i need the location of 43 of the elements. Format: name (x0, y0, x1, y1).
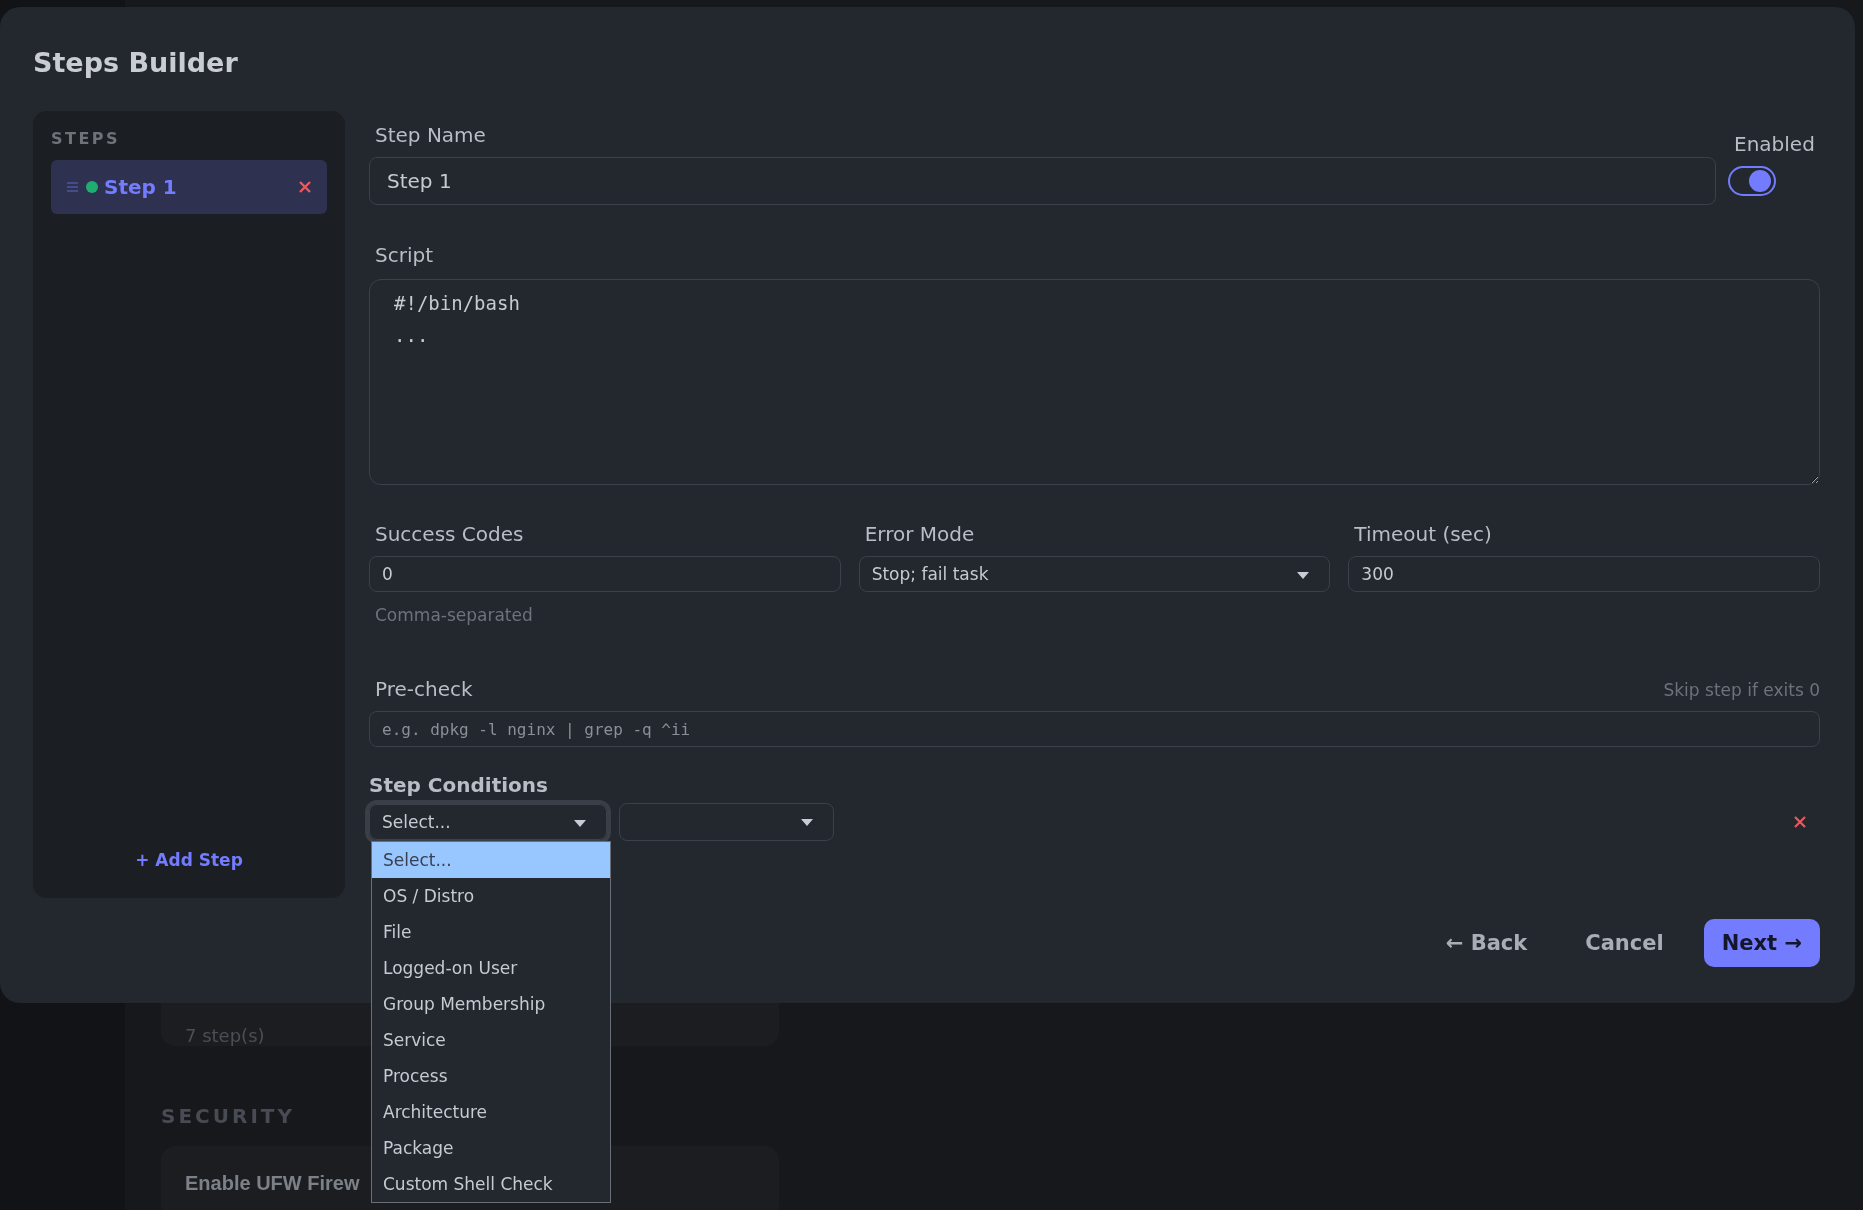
cancel-button[interactable]: Cancel (1567, 921, 1682, 965)
field-label: Timeout (sec) (1354, 522, 1493, 546)
timeout-input[interactable]: 300 (1348, 556, 1820, 592)
steps-heading: STEPS (51, 129, 122, 148)
dropdown-option[interactable]: Process (372, 1058, 610, 1094)
script-editor[interactable]: #!/bin/bash ... (369, 279, 1820, 485)
caret-icon (1297, 572, 1310, 579)
modal-title: Steps Builder (33, 47, 239, 78)
field-label: Script (375, 243, 434, 267)
step-name: Step 1 (104, 175, 178, 199)
field-label: Success Codes (375, 522, 525, 546)
dropdown-option[interactable]: OS / Distro (372, 878, 610, 914)
dropdown-option[interactable]: File (372, 914, 610, 950)
step-name-input[interactable]: Step 1 (369, 157, 1716, 205)
step-item[interactable]: Step 1 (51, 160, 327, 214)
back-button[interactable]: ← Back (1427, 921, 1546, 965)
dropdown-option[interactable]: Service (372, 1022, 610, 1058)
remove-icon[interactable] (1794, 816, 1806, 828)
dropdown-option[interactable]: Group Membership (372, 986, 610, 1022)
caret-icon (801, 819, 813, 826)
section-heading: SECURITY (161, 1104, 295, 1128)
dropdown-option[interactable]: Custom Shell Check (372, 1166, 610, 1202)
field-hint: Comma-separated (375, 605, 534, 625)
field-label: Enabled (1734, 132, 1815, 156)
error-mode-select[interactable]: Stop; fail task (858, 556, 1331, 592)
section-label: Step Conditions (369, 773, 549, 797)
success-codes-input[interactable]: 0 (369, 556, 841, 592)
field-label: Step Name (375, 123, 487, 147)
caret-icon (574, 820, 586, 827)
enabled-toggle[interactable] (1728, 166, 1776, 196)
card-title: Enable UFW Firew (185, 1172, 360, 1194)
drag-handle-icon[interactable] (67, 182, 78, 192)
next-button[interactable]: Next → (1703, 919, 1820, 967)
dropdown-option[interactable]: Select... (372, 842, 610, 878)
dropdown-option[interactable]: Architecture (372, 1094, 610, 1130)
field-hint: Skip step if exits 0 (1663, 680, 1820, 700)
field-label: Pre-check (375, 677, 473, 701)
dropdown-option[interactable]: Package (372, 1130, 610, 1166)
pre-check-input[interactable]: e.g. dpkg -l nginx | grep -q ^ii (369, 711, 1820, 747)
field-label: Error Mode (864, 522, 976, 546)
add-step-button[interactable]: + Add Step (131, 848, 247, 872)
delete-icon[interactable] (299, 181, 311, 193)
dropdown-option[interactable]: Logged-on User (372, 950, 610, 986)
